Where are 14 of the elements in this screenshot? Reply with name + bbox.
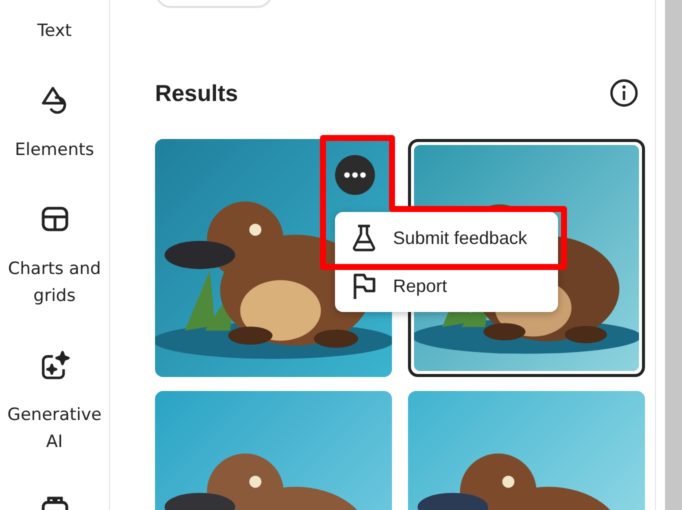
sidebar-item[interactable]: Elements: [2, 137, 106, 164]
info-icon[interactable]: [609, 78, 639, 108]
sparkle-icon: [40, 350, 70, 380]
more-icon: [344, 172, 366, 178]
menu-item[interactable]: Report: [335, 262, 558, 310]
layout-icon: [40, 204, 70, 234]
menu-item[interactable]: Submit feedback: [335, 214, 558, 262]
sidebar-item[interactable]: Generative AI: [2, 402, 106, 456]
results-heading: Results: [155, 80, 238, 106]
scrollbar[interactable]: [665, 0, 682, 510]
flask-icon: [351, 224, 377, 252]
flag-icon: [351, 272, 377, 300]
sidebar-item[interactable]: Text: [2, 18, 106, 45]
sidebar-item[interactable]: Charts and grids: [2, 256, 106, 310]
